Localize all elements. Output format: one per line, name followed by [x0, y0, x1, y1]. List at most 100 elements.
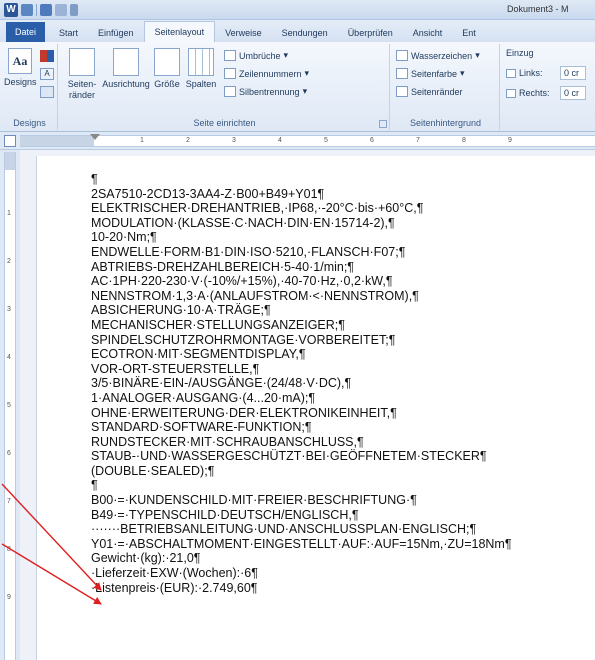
group-label-page-background: Seitenhintergrund: [409, 118, 482, 128]
vertical-ruler[interactable]: 1 2 3 4 5 6 7 8 9: [4, 152, 16, 660]
ruler-tick: 4: [278, 137, 282, 144]
word-logo-icon[interactable]: W: [4, 3, 18, 17]
group-paragraph: Einzug Links: 0 cr Rechts: 0 cr: [502, 44, 595, 130]
vruler-tick: 8: [7, 546, 11, 553]
orientation-label: Ausrichtung: [102, 79, 150, 89]
toolbar-separator: [36, 4, 37, 16]
page-borders-label: Seitenränder: [411, 86, 463, 97]
chevron-down-icon: ▾: [460, 68, 465, 78]
indent-left: Links: 0 cr: [506, 66, 586, 80]
hyphenation-button[interactable]: Silbentrennung ▾: [224, 86, 307, 97]
vruler-tick: 3: [7, 306, 11, 313]
customize-toolbar-icon[interactable]: [70, 4, 78, 16]
tab-verweise[interactable]: Verweise: [215, 24, 272, 42]
group-label-page-setup: Seite einrichten: [193, 118, 256, 128]
document-line: VOR-ORT-STEUERSTELLE,¶: [91, 361, 260, 376]
document-line: ¶: [91, 172, 98, 186]
document-line: ABSICHERUNG·10·A·TRÄGE;¶: [91, 303, 271, 318]
watermark-button[interactable]: Wasserzeichen ▾: [396, 50, 480, 61]
tab-einfuegen[interactable]: Einfügen: [88, 24, 144, 42]
designs-label: Designs: [4, 77, 37, 87]
chevron-down-icon: ▾: [302, 86, 308, 96]
ruler-row: 1 2 3 4 5 6 7 8 9: [0, 132, 595, 150]
document-line: ELEKTRISCHER·DREHANTRIEB,·IP68,·-20°C·bi…: [91, 201, 424, 216]
document-body[interactable]: ¶ 2SA7510-2CD13-3AA4-Z·B00+B49+Y01¶ ELEKTR…: [91, 172, 512, 595]
ribbon-tabs: Datei Start Einfügen Seitenlayout Verwei…: [0, 20, 595, 42]
vruler-tick: 2: [7, 258, 11, 265]
columns-label: Spalten: [185, 79, 217, 89]
tab-ueberpruefen[interactable]: Überprüfen: [338, 24, 403, 42]
document-line: MECHANISCHER·STELLUNGSANZEIGER;¶: [91, 317, 345, 332]
margins-button[interactable]: Seiten- ränder: [62, 48, 102, 101]
tab-entwicklertools[interactable]: Ent: [452, 24, 486, 42]
indent-left-label: Links:: [519, 68, 543, 78]
ruler-tick: 7: [416, 137, 420, 144]
ruler-tick: 3: [232, 137, 236, 144]
document-line: ·Lieferzeit·EXW·(Wochen):·6¶: [91, 566, 258, 581]
orientation-icon: [113, 48, 139, 76]
page-color-button[interactable]: Seitenfarbe ▾: [396, 68, 465, 79]
document-line: ABTRIEBS-DREHZAHLBEREICH·5-40·1/min;¶: [91, 259, 355, 274]
orientation-button[interactable]: Ausrichtung: [102, 48, 150, 90]
vruler-tick: 1: [7, 210, 11, 217]
ruler-tick: 1: [140, 137, 144, 144]
title-bar: W Dokument3 - M: [0, 0, 595, 20]
hyphenation-label: Silbentrennung: [239, 86, 300, 97]
document-line: 1·ANALOGER·AUSGANG·(4...20·mA);¶: [91, 390, 316, 405]
tab-datei[interactable]: Datei: [6, 22, 46, 42]
save-icon[interactable]: [21, 4, 33, 16]
document-page[interactable]: ¶ 2SA7510-2CD13-3AA4-Z·B00+B49+Y01¶ ELEKTR…: [36, 156, 595, 660]
page-borders-button[interactable]: Seitenränder: [396, 86, 463, 97]
document-line: 2SA7510-2CD13-3AA4-Z·B00+B49+Y01¶: [91, 186, 325, 201]
chevron-down-icon: ▾: [475, 50, 480, 60]
page-color-icon: [396, 68, 408, 79]
indent-left-input[interactable]: 0 cr: [560, 66, 586, 80]
theme-colors-icon[interactable]: [40, 50, 54, 62]
breaks-label: Umbrüche: [239, 50, 281, 61]
columns-icon: [188, 48, 214, 76]
indent-label: Einzug: [506, 48, 534, 58]
document-line: NENNSTROM·1,3·A·(ANLAUFSTROM·<·NENNSTROM…: [91, 288, 419, 303]
quick-access-toolbar: W: [4, 3, 78, 17]
document-line: AC·1PH·220-230·V·(-10%/+15%),·40-70·Hz,·…: [91, 274, 393, 289]
tab-start[interactable]: Start: [49, 24, 88, 42]
theme-effects-icon[interactable]: [40, 86, 54, 98]
ruler-tick: 2: [186, 137, 190, 144]
ruler-left-margin: [20, 136, 94, 146]
margins-icon: [69, 48, 95, 76]
indent-marker[interactable]: [90, 134, 100, 140]
tab-sendungen[interactable]: Sendungen: [272, 24, 338, 42]
page-color-label: Seitenfarbe: [411, 68, 458, 79]
line-numbers-button[interactable]: Zeilennummern ▾: [224, 68, 309, 79]
ribbon: Aa Designs A Designs Seiten- ränder Ausr…: [0, 42, 595, 132]
window-title: Dokument3 - M: [507, 4, 569, 14]
document-line: 10-20·Nm;¶: [91, 230, 157, 245]
tab-ansicht[interactable]: Ansicht: [403, 24, 453, 42]
vruler-tick: 4: [7, 354, 11, 361]
document-line: 3/5·BINÄRE·EIN-/AUSGÄNGE·(24/48·V·DC),¶: [91, 376, 352, 391]
chevron-down-icon: ▾: [283, 50, 289, 60]
designs-button[interactable]: Aa Designs: [4, 48, 37, 88]
document-line: STAUB-·UND·WASSERGESCHÜTZT·BEI·GEÖFFNETE…: [91, 449, 487, 464]
size-icon: [154, 48, 180, 76]
tab-selector[interactable]: [4, 135, 16, 147]
columns-button[interactable]: Spalten: [184, 48, 218, 90]
ruler-tick: 9: [508, 137, 512, 144]
document-line: MODULATION·(KLASSE·C·NACH·DIN·EN·15714-2…: [91, 215, 395, 230]
redo-icon[interactable]: [55, 4, 67, 16]
vruler-tick: 5: [7, 402, 11, 409]
watermark-icon: [396, 50, 408, 61]
ruler-tick: 8: [462, 137, 466, 144]
size-label: Größe: [154, 79, 180, 89]
document-line: STANDARD·SOFTWARE-FUNKTION;¶: [91, 420, 312, 435]
theme-fonts-icon[interactable]: A: [40, 68, 54, 80]
indent-right-icon: [506, 88, 516, 98]
size-button[interactable]: Größe: [152, 48, 182, 90]
breaks-button[interactable]: Umbrüche ▾: [224, 50, 288, 61]
undo-icon[interactable]: [40, 4, 52, 16]
horizontal-ruler[interactable]: 1 2 3 4 5 6 7 8 9: [20, 134, 595, 147]
indent-right-input[interactable]: 0 cr: [560, 86, 586, 100]
vruler-tick: 6: [7, 450, 11, 457]
tab-seitenlayout[interactable]: Seitenlayout: [143, 21, 216, 42]
document-line: B00·=·KUNDENSCHILD·MIT·FREIER·BESCHRIFTU…: [91, 493, 417, 508]
